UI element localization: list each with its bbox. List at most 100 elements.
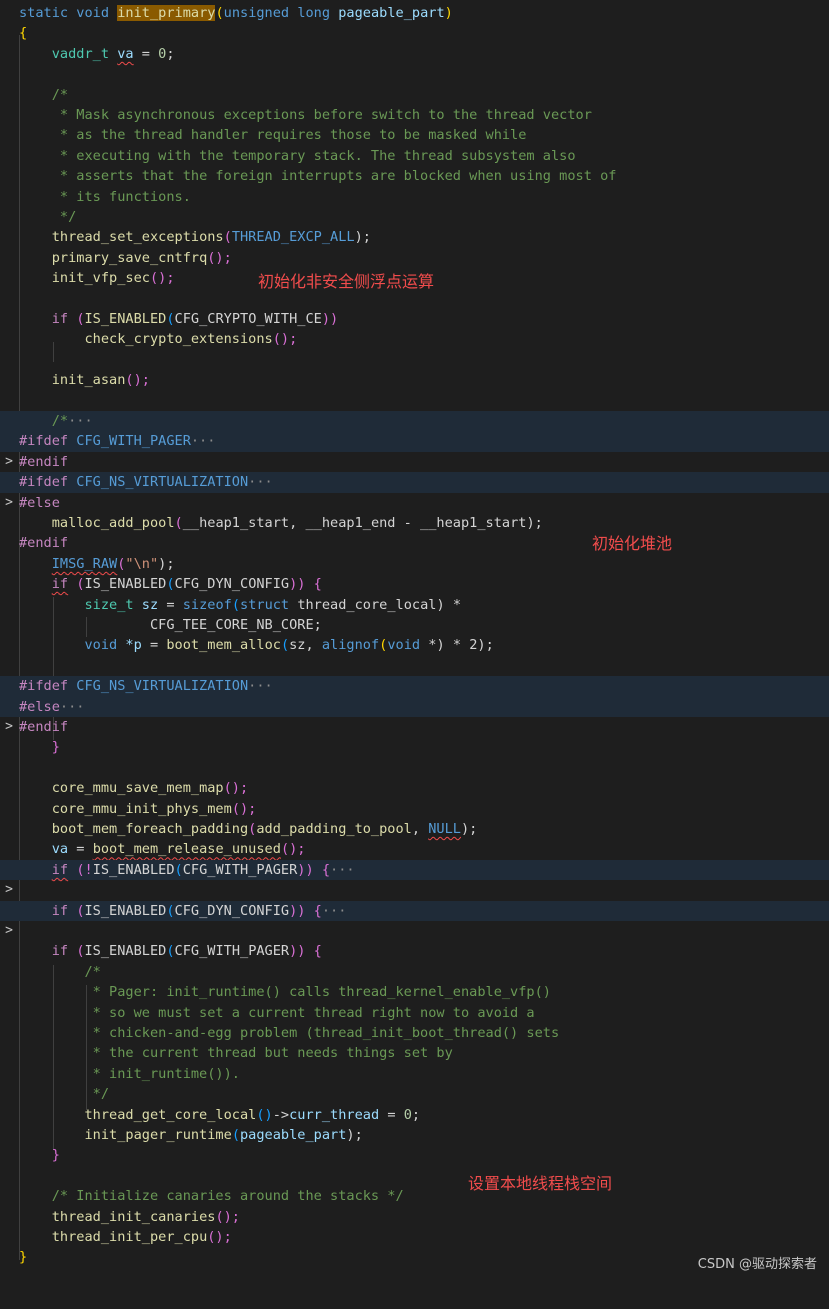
- fold-ellipsis[interactable]: ···: [330, 862, 355, 878]
- code-line[interactable]: #endif: [0, 452, 829, 472]
- macro-call: IS_ENABLED: [84, 576, 167, 593]
- folded-line[interactable]: > /*···: [0, 411, 829, 448]
- code-line[interactable]: if (IS_ENABLED(CFG_CRYPTO_WITH_CE)): [0, 309, 829, 329]
- code-line[interactable]: */: [0, 1084, 829, 1104]
- folded-line[interactable]: > if (!IS_ENABLED(CFG_WITH_PAGER)) {···: [0, 859, 829, 897]
- code-line[interactable]: thread_init_canaries();: [0, 1207, 829, 1227]
- keyword-void: void: [76, 5, 110, 21]
- member: curr_thread: [289, 1106, 380, 1123]
- fold-ellipsis[interactable]: ···: [68, 413, 93, 429]
- code-line[interactable]: * Mask asynchronous exceptions before sw…: [0, 105, 829, 125]
- macro: CFG_WITH_PAGER: [76, 433, 191, 450]
- code-line[interactable]: {: [0, 23, 829, 43]
- code-line[interactable]: * the current thread but needs things se…: [0, 1043, 829, 1063]
- assign-op: =: [379, 1106, 404, 1123]
- macro: CFG_DYN_CONFIG: [174, 902, 290, 919]
- paren: ();: [149, 270, 175, 287]
- folded-line[interactable]: > #else···: [0, 696, 829, 734]
- fold-ellipsis[interactable]: ···: [248, 474, 273, 490]
- fold-ellipsis[interactable]: ···: [191, 433, 216, 449]
- paren: (: [174, 861, 183, 878]
- code-line[interactable]: */: [0, 207, 829, 227]
- code-line[interactable]: * as the thread handler requires those t…: [0, 125, 829, 145]
- code-line[interactable]: IMSG_RAW("\n");: [0, 554, 829, 574]
- operator: ) *: [436, 596, 462, 613]
- paren-semicolon: );: [460, 821, 478, 837]
- code-line[interactable]: void *p = boot_mem_alloc(sz, alignof(voi…: [0, 635, 829, 655]
- code-line[interactable]: size_t sz = sizeof(struct thread_core_lo…: [0, 595, 829, 615]
- code-line[interactable]: check_crypto_extensions();: [0, 329, 829, 349]
- code-line[interactable]: }: [0, 1145, 829, 1165]
- code-line[interactable]: CFG_TEE_CORE_NB_CORE;: [0, 615, 829, 635]
- comment-text: /*: [51, 413, 69, 429]
- paren: ();: [280, 841, 306, 858]
- fn-call: init_vfp_sec: [51, 270, 150, 287]
- folded-line[interactable]: > if (IS_ENABLED(CFG_DYN_CONFIG)) {···: [0, 900, 829, 938]
- comment-text: */: [51, 209, 77, 225]
- paren: (: [76, 576, 85, 593]
- code-line[interactable]: core_mmu_init_phys_mem();: [0, 799, 829, 819]
- macro: CFG_WITH_PAGER: [182, 861, 298, 878]
- var-va: va: [117, 45, 134, 62]
- code-line[interactable]: #else: [0, 493, 829, 513]
- code-line[interactable]: * Pager: init_runtime() calls thread_ker…: [0, 982, 829, 1002]
- code-line[interactable]: if (IS_ENABLED(CFG_DYN_CONFIG)) {: [0, 574, 829, 594]
- code-editor[interactable]: static void init_primary(unsigned long p…: [0, 0, 829, 1280]
- paren: (: [280, 637, 290, 654]
- fn-call: boot_mem_release_unused: [92, 841, 281, 858]
- paren: (: [223, 229, 232, 246]
- code-line[interactable]: static void init_primary(unsigned long p…: [0, 3, 829, 23]
- code-line[interactable]: init_asan();: [0, 370, 829, 390]
- code-line[interactable]: /* Initialize canaries around the stacks…: [0, 1186, 829, 1206]
- fold-chevron-icon[interactable]: >: [0, 921, 18, 941]
- code-line[interactable]: /*: [0, 962, 829, 982]
- code-line[interactable]: * asserts that the foreign interrupts ar…: [0, 166, 829, 186]
- code-line[interactable]: thread_init_per_cpu();: [0, 1227, 829, 1247]
- code-line[interactable]: /*: [0, 85, 829, 105]
- code-line[interactable]: }: [0, 737, 829, 757]
- macro: CFG_TEE_CORE_NB_CORE;: [149, 617, 322, 633]
- folded-line[interactable]: > #ifdef CFG_NS_VIRTUALIZATION···: [0, 472, 829, 510]
- code-line[interactable]: va = boot_mem_release_unused();: [0, 839, 829, 859]
- code-line[interactable]: primary_save_cntfrq();: [0, 248, 829, 268]
- paren: (: [231, 596, 241, 613]
- code-line[interactable]: boot_mem_foreach_padding(add_padding_to_…: [0, 819, 829, 839]
- keyword-if: if: [51, 902, 69, 919]
- comment-text: * Pager: init_runtime() calls thread_ker…: [84, 984, 551, 1001]
- code-line[interactable]: init_pager_runtime(pageable_part);: [0, 1125, 829, 1145]
- arrow-op: ->: [272, 1106, 290, 1123]
- paren: ();: [215, 1208, 240, 1225]
- fold-chevron-icon[interactable]: >: [0, 880, 18, 900]
- paren: (: [166, 902, 175, 919]
- code-line[interactable]: * init_runtime()).: [0, 1064, 829, 1084]
- paren: ();: [207, 249, 232, 266]
- open-brace: {: [19, 25, 28, 42]
- keyword-if: if: [51, 943, 69, 960]
- code-line[interactable]: malloc_add_pool(__heap1_start, __heap1_e…: [0, 513, 829, 533]
- code-line[interactable]: core_mmu_save_mem_map();: [0, 778, 829, 798]
- keyword-sizeof: sizeof: [182, 596, 232, 613]
- open-brace: {: [313, 576, 322, 593]
- code-line[interactable]: vaddr_t va = 0;: [0, 44, 829, 64]
- comment-text: */: [84, 1086, 110, 1103]
- code-line[interactable]: thread_set_exceptions(THREAD_EXCP_ALL);: [0, 227, 829, 247]
- macro: THREAD_EXCP_ALL: [231, 229, 355, 246]
- folded-line[interactable]: > #ifdef CFG_NS_VIRTUALIZATION···: [0, 676, 829, 714]
- code-line[interactable]: #endif: [0, 533, 829, 553]
- code-line[interactable]: * executing with the temporary stack. Th…: [0, 146, 829, 166]
- code-line[interactable]: #endif: [0, 717, 829, 737]
- var-va: va: [51, 841, 69, 858]
- code-line[interactable]: * chicken-and-egg problem (thread_init_b…: [0, 1023, 829, 1043]
- code-line[interactable]: if (IS_ENABLED(CFG_WITH_PAGER)) {: [0, 941, 829, 961]
- paren: )): [297, 861, 314, 878]
- fold-ellipsis[interactable]: ···: [322, 903, 347, 919]
- fold-ellipsis[interactable]: ···: [60, 699, 85, 715]
- comma: ,: [411, 821, 429, 837]
- code-line[interactable]: thread_get_core_local()->curr_thread = 0…: [0, 1105, 829, 1125]
- code-line[interactable]: * its functions.: [0, 187, 829, 207]
- keyword-void: void: [84, 637, 118, 654]
- code-line[interactable]: * so we must set a current thread right …: [0, 1003, 829, 1023]
- fold-ellipsis[interactable]: ···: [248, 678, 273, 694]
- folded-line[interactable]: > #ifdef CFG_WITH_PAGER···: [0, 431, 829, 469]
- function-name-init-primary: init_primary: [117, 5, 216, 21]
